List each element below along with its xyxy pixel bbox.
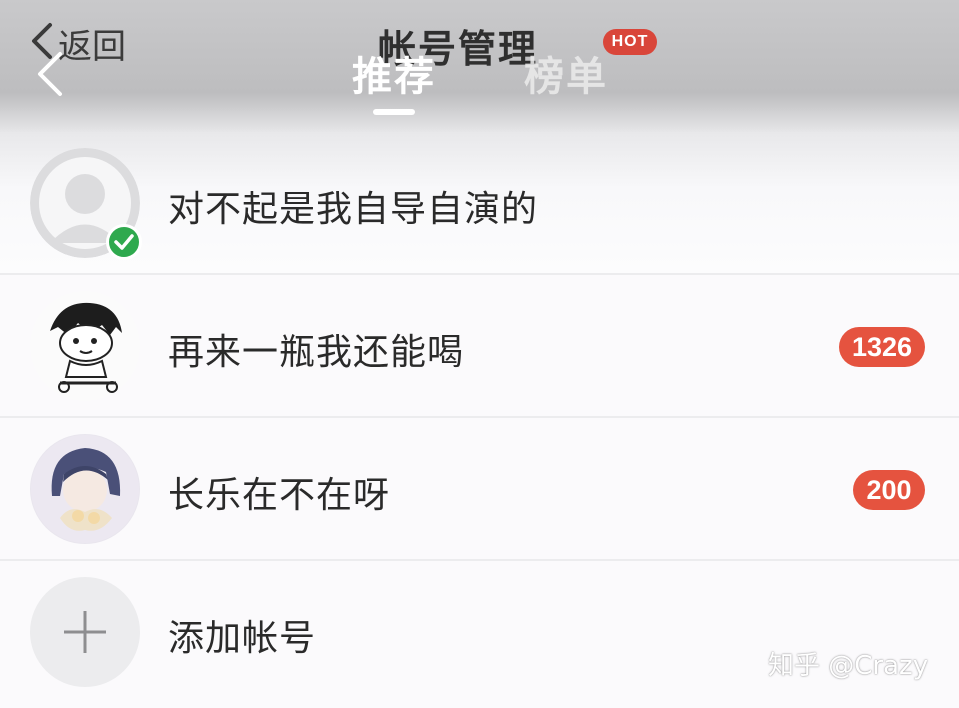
chevron-left-icon: [34, 52, 64, 102]
header-bar: 返回 帐号管理 推荐 榜单 HOT: [0, 0, 959, 132]
nav-back-button[interactable]: [34, 50, 64, 102]
header-fade: [0, 92, 959, 132]
unread-count-badge: 200: [853, 470, 925, 510]
tab-ranking[interactable]: 榜单: [524, 44, 608, 102]
unread-count-badge: 1326: [839, 327, 925, 367]
account-name: 长乐在不在呀: [168, 475, 391, 516]
account-name: 再来一瓶我还能喝: [168, 332, 465, 373]
account-row[interactable]: 再来一瓶我还能喝 1326: [0, 275, 959, 418]
watermark: 知乎 @Crazy: [768, 651, 929, 681]
add-account-label: 添加帐号: [168, 618, 317, 659]
add-account-row[interactable]: 添加帐号: [0, 561, 959, 708]
hot-badge: HOT: [603, 29, 657, 55]
tab-recommend[interactable]: 推荐: [352, 44, 436, 102]
checkmark-icon: [106, 224, 142, 260]
cartoon-avatar: [30, 291, 140, 401]
back-label: 返回: [58, 26, 126, 67]
account-row[interactable]: 长乐在不在呀 200: [0, 418, 959, 561]
account-list: 对不起是我自导自演的 再来一瓶我还能喝 1326 长乐在不在呀 200 添加帐号: [0, 132, 959, 708]
account-row[interactable]: 对不起是我自导自演的: [0, 132, 959, 275]
add-account-button[interactable]: [30, 577, 140, 687]
active-tab-indicator: [373, 109, 415, 115]
account-name: 对不起是我自导自演的: [168, 189, 539, 230]
anime-avatar: [30, 434, 140, 544]
